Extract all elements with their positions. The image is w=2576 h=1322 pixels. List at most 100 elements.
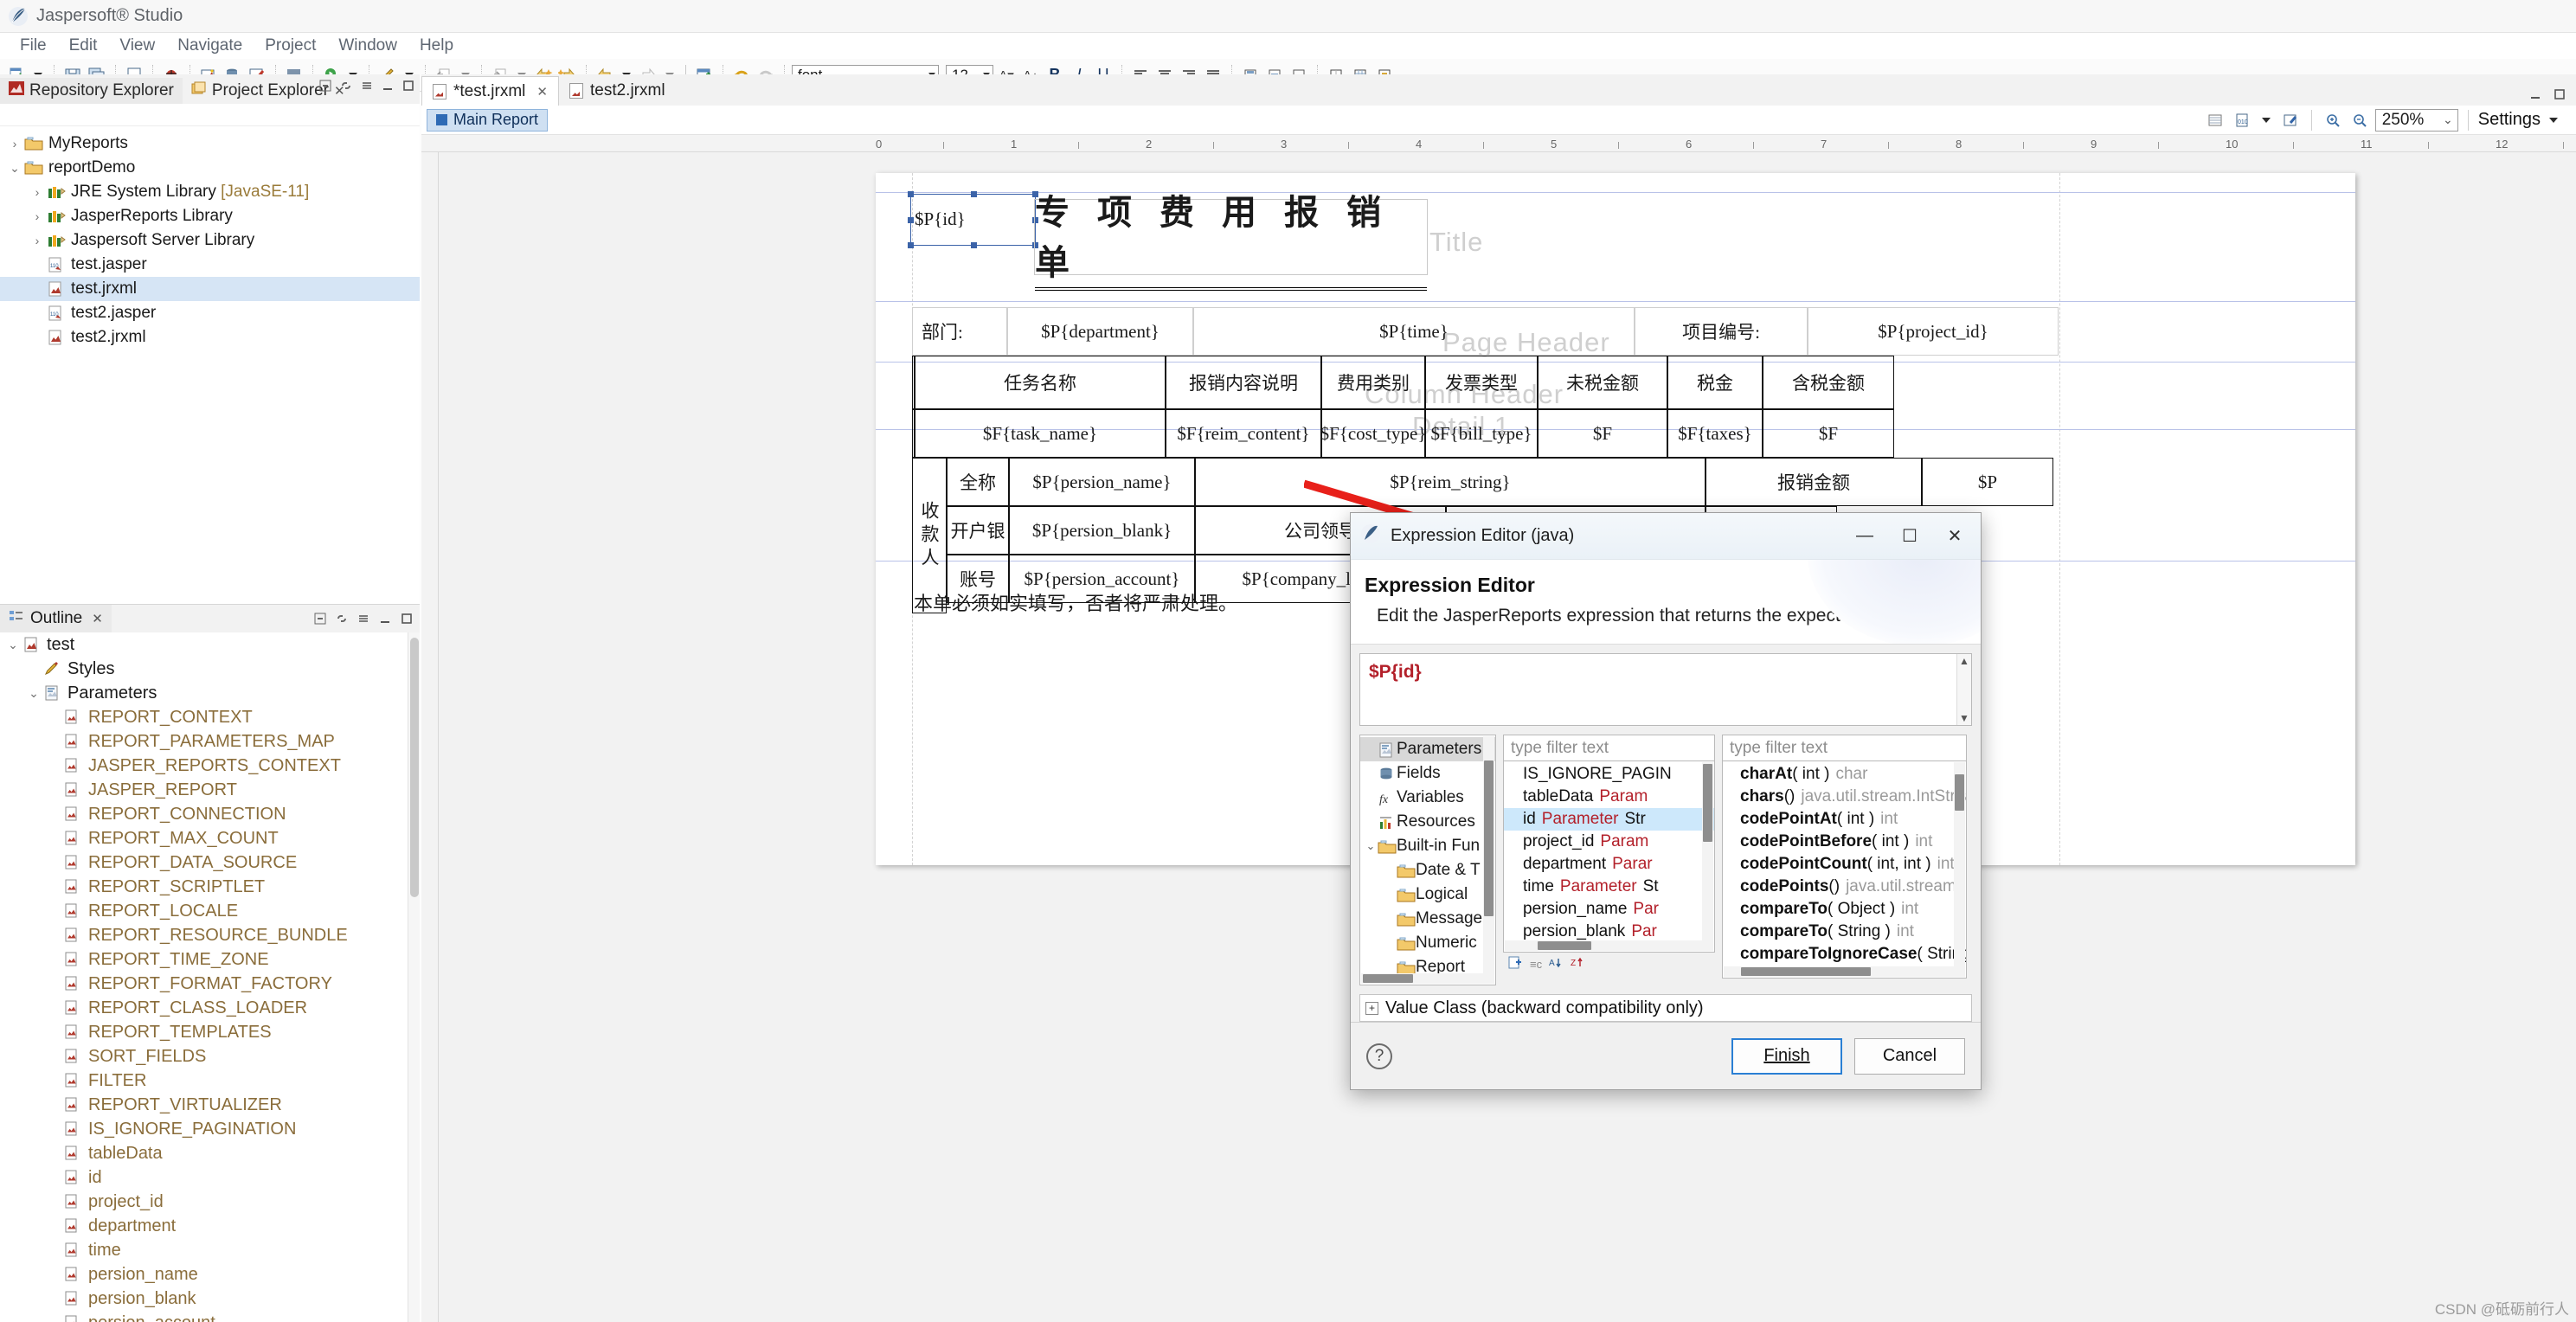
methods-scrollbar[interactable]: [1954, 762, 1965, 977]
menu-project[interactable]: Project: [254, 35, 327, 57]
category-item-resources[interactable]: Resources: [1360, 810, 1495, 834]
zoom-level-select[interactable]: 250% ⌄: [2374, 108, 2458, 132]
outline-item-styles[interactable]: Styles: [0, 657, 420, 681]
methods-hscrollbar[interactable]: [1724, 966, 1965, 977]
outline-item-parameter[interactable]: persion_name: [0, 1262, 420, 1287]
outline-item-parameter[interactable]: REPORT_PARAMETERS_MAP: [0, 729, 420, 754]
parameters-list[interactable]: IS_IGNORE_PAGIN tableData Param id Parameter…: [1503, 760, 1715, 953]
category-hscrollbar[interactable]: [1361, 973, 1494, 984]
outline-item-parameter[interactable]: REPORT_CLASS_LOADER: [0, 996, 420, 1020]
menu-edit[interactable]: Edit: [58, 35, 109, 57]
resize-handle-sw[interactable]: [908, 242, 914, 248]
help-icon[interactable]: ?: [1366, 1043, 1392, 1069]
outline-item-parameter[interactable]: IS_IGNORE_PAGINATION: [0, 1117, 420, 1141]
sort-za-icon[interactable]: Z: [1571, 956, 1585, 972]
outline-item-parameter[interactable]: JASPER_REPORT: [0, 778, 420, 802]
minimize-editor-icon[interactable]: [2528, 87, 2543, 102]
maximize-panel-icon[interactable]: [399, 611, 414, 626]
parameter-item-id[interactable]: id Parameter Str: [1504, 808, 1714, 831]
close-icon[interactable]: ✕: [536, 84, 548, 99]
outline-item-parameters[interactable]: ⌄ Parameters: [0, 681, 420, 705]
scrollbar-thumb[interactable]: [1955, 774, 1964, 811]
tree-item-jre-system-library[interactable]: › JRE System Library [JavaSE-11]: [0, 180, 420, 204]
outline-item-parameter[interactable]: REPORT_DATA_SOURCE: [0, 850, 420, 875]
parameter-item-is-ignore-pagin[interactable]: IS_IGNORE_PAGIN: [1504, 763, 1714, 786]
method-item-codepointbefore[interactable]: codePointBefore( int ) int: [1723, 831, 1966, 853]
table-row-footer-1[interactable]: 全称 $P{persion_name} $P{reim_string} 报销金额…: [947, 458, 2059, 506]
category-item-variables[interactable]: fx Variables: [1360, 786, 1495, 810]
category-list[interactable]: Parameters Fields fx Variables Resources ⌄ Bui…: [1359, 735, 1496, 985]
scrollbar-thumb[interactable]: [410, 638, 419, 897]
menu-view[interactable]: View: [108, 35, 166, 57]
source-view-icon[interactable]: 010: [2231, 109, 2253, 132]
method-item-chars[interactable]: chars() java.util.stream.IntStrea: [1723, 786, 1966, 808]
parameters-hscrollbar[interactable]: [1505, 940, 1713, 951]
chevron-down-icon[interactable]: [2261, 117, 2271, 123]
scrollbar-thumb[interactable]: [1484, 760, 1494, 916]
menu-file[interactable]: File: [9, 35, 58, 57]
tree-item-reportdemo[interactable]: ⌄ reportDemo: [0, 156, 420, 180]
methods-filter-input[interactable]: type filter text: [1722, 735, 1967, 760]
tree-item-myreports[interactable]: › MyReports: [0, 132, 420, 156]
collapse-all-icon[interactable]: [312, 611, 328, 626]
maximize-panel-icon[interactable]: [401, 78, 416, 93]
maximize-icon[interactable]: ☐: [1887, 515, 1932, 558]
table-row-detail[interactable]: $F{task_name} $F{reim_content} $F{cost_t…: [912, 409, 2059, 458]
tree-item-test2-jrxml[interactable]: test2.jrxml: [0, 325, 420, 350]
chevron-down-icon[interactable]: ⌄: [24, 686, 43, 701]
outline-item-parameter[interactable]: id: [0, 1165, 420, 1190]
outline-view-icon[interactable]: [2204, 109, 2226, 132]
preview-view-icon[interactable]: [2279, 109, 2302, 132]
methods-list[interactable]: charAt( int ) char chars() java.util.stream…: [1722, 760, 1967, 979]
menu-window[interactable]: Window: [327, 35, 408, 57]
outline-item-parameter[interactable]: tableData: [0, 1141, 420, 1165]
outline-item-parameter[interactable]: REPORT_TEMPLATES: [0, 1020, 420, 1044]
chevron-right-icon[interactable]: ›: [5, 137, 24, 151]
tab-test-jrxml[interactable]: *test.jrxml ✕: [421, 76, 559, 106]
menu-navigate[interactable]: Navigate: [166, 35, 254, 57]
resize-handle-n[interactable]: [971, 191, 977, 197]
tree-item-test-jasper[interactable]: 110 test.jasper: [0, 253, 420, 277]
category-item-numeric[interactable]: Numeric: [1360, 931, 1495, 955]
tree-item-jaspersoft-server-library[interactable]: › Jaspersoft Server Library: [0, 228, 420, 253]
tree-item-test-jrxml[interactable]: test.jrxml: [0, 277, 420, 301]
outline-item-parameter[interactable]: REPORT_MAX_COUNT: [0, 826, 420, 850]
method-item-compareto[interactable]: compareTo( Object ) int: [1723, 898, 1966, 921]
outline-item-parameter[interactable]: REPORT_VIRTUALIZER: [0, 1093, 420, 1117]
resize-handle-nw[interactable]: [908, 191, 914, 197]
method-item-compareto[interactable]: compareTo( String ) int: [1723, 921, 1966, 943]
outline-scrollbar[interactable]: [408, 632, 420, 1322]
tab-repository-explorer[interactable]: Repository Explorer: [0, 76, 183, 104]
resize-handle-s[interactable]: [971, 242, 977, 248]
close-icon[interactable]: ✕: [92, 611, 103, 626]
category-item-date-t[interactable]: Date & T: [1360, 858, 1495, 882]
outline-item-parameter[interactable]: REPORT_TIME_ZONE: [0, 947, 420, 972]
link-editor-icon[interactable]: [334, 611, 350, 626]
finish-button[interactable]: Finish: [1731, 1037, 1842, 1075]
method-item-codepointat[interactable]: codePointAt( int ) int: [1723, 808, 1966, 831]
chevron-down-icon[interactable]: ⌄: [3, 638, 22, 652]
expand-icon[interactable]: +: [1365, 1001, 1378, 1015]
parameter-item-department[interactable]: department Parar: [1504, 853, 1714, 876]
cancel-button[interactable]: Cancel: [1854, 1037, 1965, 1075]
outline-item-parameter[interactable]: REPORT_RESOURCE_BUNDLE: [0, 923, 420, 947]
menu-help[interactable]: Help: [408, 35, 465, 57]
chevron-right-icon[interactable]: ›: [28, 234, 47, 247]
tab-test2-jrxml[interactable]: test2.jrxml: [558, 76, 676, 106]
outline-item-parameter[interactable]: persion_account: [0, 1311, 420, 1322]
minimize-panel-icon[interactable]: [377, 611, 393, 626]
minimize-panel-icon[interactable]: [380, 78, 395, 93]
parameter-item-project-id[interactable]: project_id Param: [1504, 831, 1714, 853]
chevron-down-icon[interactable]: ⌄: [5, 161, 24, 176]
sort-az-icon[interactable]: A: [1549, 956, 1564, 972]
zoom-out-icon[interactable]: [2348, 109, 2371, 132]
expression-editor-dialog[interactable]: Expression Editor (java) — ☐ ✕ Expressio…: [1350, 512, 1982, 1090]
link-editor-icon[interactable]: [338, 78, 354, 93]
parameters-filter-input[interactable]: type filter text: [1503, 735, 1715, 760]
selected-text-field[interactable]: $P{id}: [908, 191, 1038, 248]
category-item-fields[interactable]: Fields: [1360, 761, 1495, 786]
method-item-codepoints[interactable]: codePoints() java.util.stream.I: [1723, 876, 1966, 898]
parameter-item-tabledata[interactable]: tableData Param: [1504, 786, 1714, 808]
method-item-codepointcount[interactable]: codePointCount( int, int ) int: [1723, 853, 1966, 876]
collapse-all-icon[interactable]: [318, 78, 333, 93]
